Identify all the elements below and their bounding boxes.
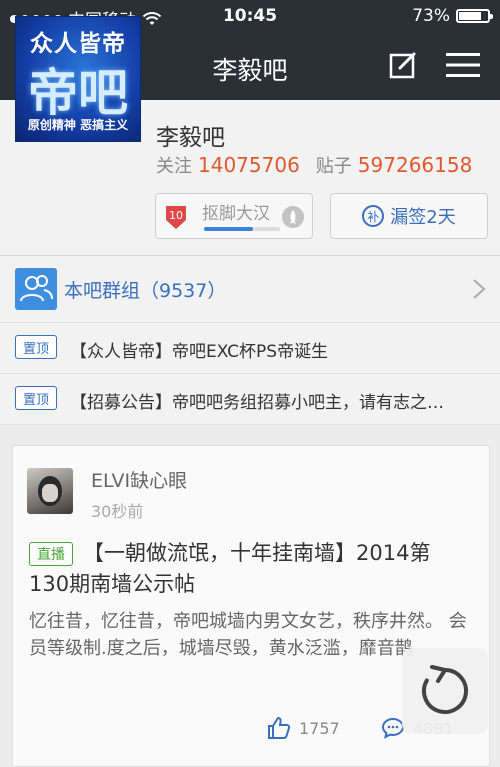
sign-in-label: 漏签2天 bbox=[390, 207, 456, 228]
posts-label: 贴子 bbox=[315, 156, 352, 177]
sign-in-icon: 补 bbox=[362, 205, 385, 227]
forum-logo: 众人皆帝 帝吧 原创精神 恶搞主义 bbox=[15, 16, 141, 142]
pinned-post[interactable]: 置顶 【众人皆帝】帝吧EXC杯PS帝诞生 bbox=[0, 323, 500, 374]
member-level-button[interactable]: 10 抠脚大汉 bbox=[155, 193, 313, 239]
pinned-post[interactable]: 置顶 【招募公告】帝吧吧务组招募小吧主，请有志之… bbox=[0, 374, 500, 425]
compose-icon[interactable] bbox=[388, 50, 418, 80]
post-username[interactable]: ELVI缺心眼 bbox=[91, 466, 187, 493]
battery-percent: 73% bbox=[412, 6, 450, 26]
logo-title: 帝吧 bbox=[28, 64, 128, 122]
pinned-tag: 置顶 bbox=[15, 386, 57, 410]
level-progress-bar bbox=[204, 227, 280, 231]
battery-icon bbox=[456, 9, 493, 23]
like-button[interactable]: 1757 bbox=[267, 716, 340, 740]
follow-count: 14075706 bbox=[198, 153, 300, 177]
post-title[interactable]: 【一朝做流氓，十年挂南墙】2014第130期南墙公示帖 bbox=[29, 538, 469, 600]
rocket-icon bbox=[282, 206, 304, 228]
group-label: 本吧群组（9537） bbox=[64, 280, 227, 302]
forum-name: 李毅吧 bbox=[156, 125, 225, 151]
level-number: 10 bbox=[169, 209, 183, 222]
refresh-button[interactable] bbox=[402, 648, 488, 734]
pinned-tag: 置顶 bbox=[15, 335, 57, 359]
forum-stats: 关注 14075706 贴子 597266158 bbox=[156, 152, 488, 178]
post-time: 30秒前 bbox=[91, 502, 144, 521]
thumbs-up-icon bbox=[268, 716, 291, 739]
logo-tagline: 原创精神 恶搞主义 bbox=[27, 118, 129, 132]
status-right: 73% bbox=[412, 6, 493, 26]
forum-group-row[interactable]: 本吧群组（9537） bbox=[0, 256, 500, 323]
group-icon bbox=[15, 268, 57, 310]
like-count: 1757 bbox=[299, 718, 340, 738]
refresh-icon bbox=[421, 665, 468, 714]
follow-label: 关注 bbox=[156, 156, 192, 177]
sign-in-button[interactable]: 补 漏签2天 bbox=[330, 193, 488, 239]
level-badge-icon: 10 bbox=[166, 206, 186, 229]
menu-icon[interactable] bbox=[446, 52, 480, 78]
posts-count: 597266158 bbox=[357, 153, 473, 177]
pinned-title: 【众人皆帝】帝吧EXC杯PS帝诞生 bbox=[70, 342, 329, 362]
chevron-right-icon bbox=[473, 279, 486, 299]
pinned-title: 【招募公告】帝吧吧务组招募小吧主，请有志之… bbox=[70, 393, 444, 413]
avatar[interactable] bbox=[27, 468, 73, 514]
level-name: 抠脚大汉 bbox=[202, 204, 270, 224]
